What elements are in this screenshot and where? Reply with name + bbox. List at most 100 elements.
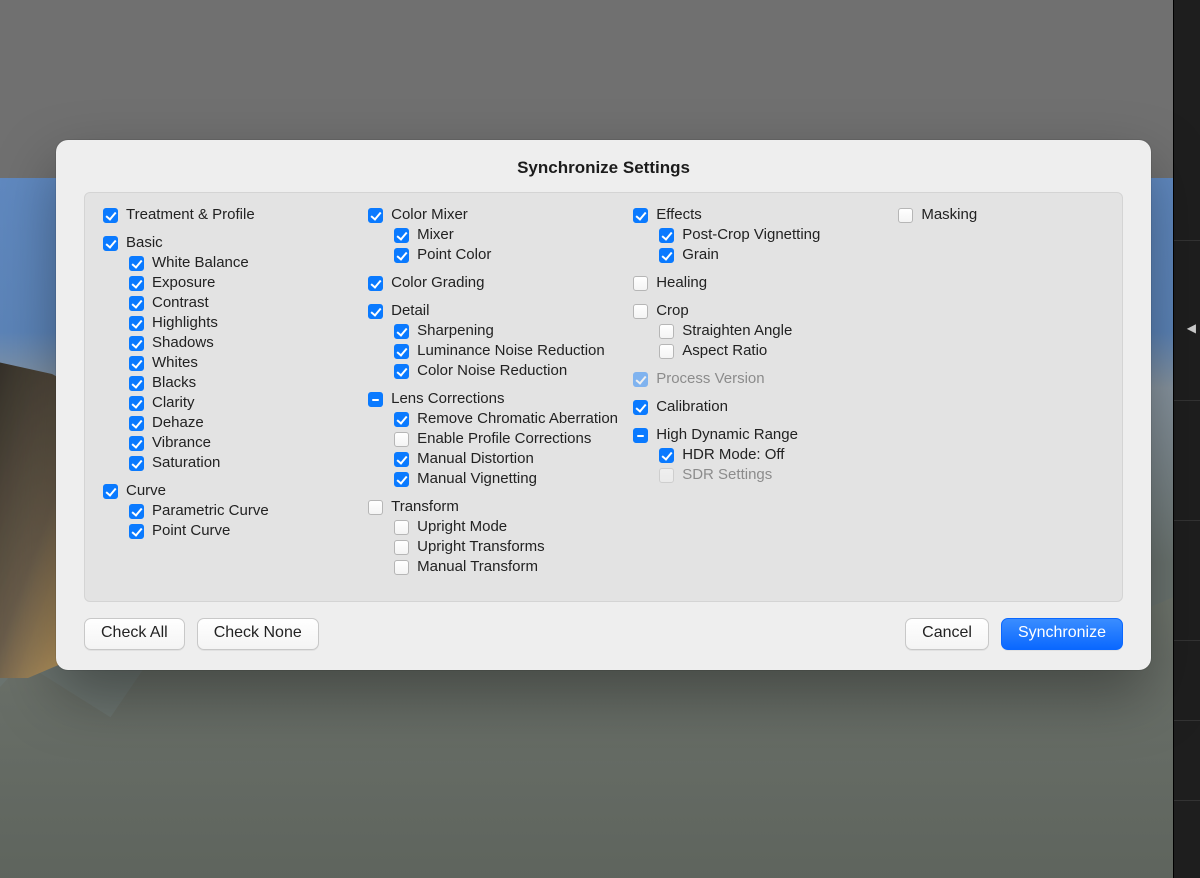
checkbox-highlights[interactable]: [129, 316, 144, 331]
checkbox-aspect-ratio[interactable]: [659, 344, 674, 359]
checkbox-curve[interactable]: [103, 484, 118, 499]
option-effects[interactable]: Effects: [633, 205, 890, 225]
checkbox-masking[interactable]: [898, 208, 913, 223]
checkbox-luminance-noise-reduction[interactable]: [394, 344, 409, 359]
label-dehaze: Dehaze: [144, 413, 204, 433]
checkbox-straighten-angle[interactable]: [659, 324, 674, 339]
checkbox-upright-transforms[interactable]: [394, 540, 409, 555]
option-healing[interactable]: Healing: [633, 273, 890, 293]
checkbox-color-noise-reduction[interactable]: [394, 364, 409, 379]
sub-option-upright-transforms[interactable]: Upright Transforms: [368, 537, 625, 557]
checkbox-clarity[interactable]: [129, 396, 144, 411]
checkbox-treatment-profile[interactable]: [103, 208, 118, 223]
checkbox-mixer[interactable]: [394, 228, 409, 243]
sub-option-post-crop-vignetting[interactable]: Post-Crop Vignetting: [633, 225, 890, 245]
synchronize-button[interactable]: Synchronize: [1001, 618, 1123, 650]
sub-option-remove-chromatic-aberration[interactable]: Remove Chromatic Aberration: [368, 409, 625, 429]
option-transform[interactable]: Transform: [368, 497, 625, 517]
checkbox-color-grading[interactable]: [368, 276, 383, 291]
checkbox-crop[interactable]: [633, 304, 648, 319]
option-color-grading[interactable]: Color Grading: [368, 273, 625, 293]
checkbox-saturation[interactable]: [129, 456, 144, 471]
checkbox-calibration[interactable]: [633, 400, 648, 415]
checkbox-color-mixer[interactable]: [368, 208, 383, 223]
checkbox-basic[interactable]: [103, 236, 118, 251]
option-color-mixer[interactable]: Color Mixer: [368, 205, 625, 225]
checkbox-contrast[interactable]: [129, 296, 144, 311]
sub-option-shadows[interactable]: Shadows: [103, 333, 360, 353]
sub-option-whites[interactable]: Whites: [103, 353, 360, 373]
sub-option-point-curve[interactable]: Point Curve: [103, 521, 360, 541]
sub-option-white-balance[interactable]: White Balance: [103, 253, 360, 273]
checkbox-detail[interactable]: [368, 304, 383, 319]
checkbox-manual-vignetting[interactable]: [394, 472, 409, 487]
sub-option-parametric-curve[interactable]: Parametric Curve: [103, 501, 360, 521]
checkbox-manual-distortion[interactable]: [394, 452, 409, 467]
option-crop[interactable]: Crop: [633, 301, 890, 321]
sub-option-luminance-noise-reduction[interactable]: Luminance Noise Reduction: [368, 341, 625, 361]
option-high-dynamic-range[interactable]: High Dynamic Range: [633, 425, 890, 445]
column-4: Masking: [898, 205, 1104, 585]
checkbox-vibrance[interactable]: [129, 436, 144, 451]
option-treatment-profile[interactable]: Treatment & Profile: [103, 205, 360, 225]
sub-option-highlights[interactable]: Highlights: [103, 313, 360, 333]
check-none-button[interactable]: Check None: [197, 618, 319, 650]
checkbox-effects[interactable]: [633, 208, 648, 223]
checkbox-white-balance[interactable]: [129, 256, 144, 271]
checkbox-upright-mode[interactable]: [394, 520, 409, 535]
sub-option-clarity[interactable]: Clarity: [103, 393, 360, 413]
label-upright-transforms: Upright Transforms: [409, 537, 545, 557]
sub-option-vibrance[interactable]: Vibrance: [103, 433, 360, 453]
sub-option-contrast[interactable]: Contrast: [103, 293, 360, 313]
sub-option-manual-transform[interactable]: Manual Transform: [368, 557, 625, 577]
checkbox-healing[interactable]: [633, 276, 648, 291]
checkbox-high-dynamic-range[interactable]: [633, 428, 648, 443]
checkbox-hdr-mode-off[interactable]: [659, 448, 674, 463]
option-calibration[interactable]: Calibration: [633, 397, 890, 417]
checkbox-exposure[interactable]: [129, 276, 144, 291]
label-highlights: Highlights: [144, 313, 218, 333]
cancel-button[interactable]: Cancel: [905, 618, 989, 650]
sub-option-saturation[interactable]: Saturation: [103, 453, 360, 473]
sub-option-enable-profile-corrections[interactable]: Enable Profile Corrections: [368, 429, 625, 449]
checkbox-manual-transform[interactable]: [394, 560, 409, 575]
sub-option-hdr-mode-off[interactable]: HDR Mode: Off: [633, 445, 890, 465]
option-basic[interactable]: Basic: [103, 233, 360, 253]
check-all-button[interactable]: Check All: [84, 618, 185, 650]
sub-option-straighten-angle[interactable]: Straighten Angle: [633, 321, 890, 341]
sub-option-mixer[interactable]: Mixer: [368, 225, 625, 245]
label-clarity: Clarity: [144, 393, 195, 413]
sub-option-exposure[interactable]: Exposure: [103, 273, 360, 293]
sub-option-point-color[interactable]: Point Color: [368, 245, 625, 265]
sub-option-manual-vignetting[interactable]: Manual Vignetting: [368, 469, 625, 489]
checkbox-shadows[interactable]: [129, 336, 144, 351]
checkbox-transform[interactable]: [368, 500, 383, 515]
checkbox-whites[interactable]: [129, 356, 144, 371]
sub-option-blacks[interactable]: Blacks: [103, 373, 360, 393]
option-lens-corrections[interactable]: Lens Corrections: [368, 389, 625, 409]
checkbox-enable-profile-corrections[interactable]: [394, 432, 409, 447]
sub-option-dehaze[interactable]: Dehaze: [103, 413, 360, 433]
checkbox-parametric-curve[interactable]: [129, 504, 144, 519]
checkbox-point-curve[interactable]: [129, 524, 144, 539]
label-blacks: Blacks: [144, 373, 196, 393]
checkbox-lens-corrections[interactable]: [368, 392, 383, 407]
panel-collapse-icon[interactable]: ◀: [1187, 321, 1196, 335]
checkbox-dehaze[interactable]: [129, 416, 144, 431]
checkbox-point-color[interactable]: [394, 248, 409, 263]
sub-option-upright-mode[interactable]: Upright Mode: [368, 517, 625, 537]
sub-option-sharpening[interactable]: Sharpening: [368, 321, 625, 341]
option-curve[interactable]: Curve: [103, 481, 360, 501]
option-masking[interactable]: Masking: [898, 205, 1104, 225]
sub-option-aspect-ratio[interactable]: Aspect Ratio: [633, 341, 890, 361]
checkbox-grain[interactable]: [659, 248, 674, 263]
sub-option-color-noise-reduction[interactable]: Color Noise Reduction: [368, 361, 625, 381]
label-aspect-ratio: Aspect Ratio: [674, 341, 767, 361]
option-detail[interactable]: Detail: [368, 301, 625, 321]
checkbox-remove-chromatic-aberration[interactable]: [394, 412, 409, 427]
checkbox-post-crop-vignetting[interactable]: [659, 228, 674, 243]
checkbox-blacks[interactable]: [129, 376, 144, 391]
sub-option-manual-distortion[interactable]: Manual Distortion: [368, 449, 625, 469]
sub-option-grain[interactable]: Grain: [633, 245, 890, 265]
checkbox-sharpening[interactable]: [394, 324, 409, 339]
